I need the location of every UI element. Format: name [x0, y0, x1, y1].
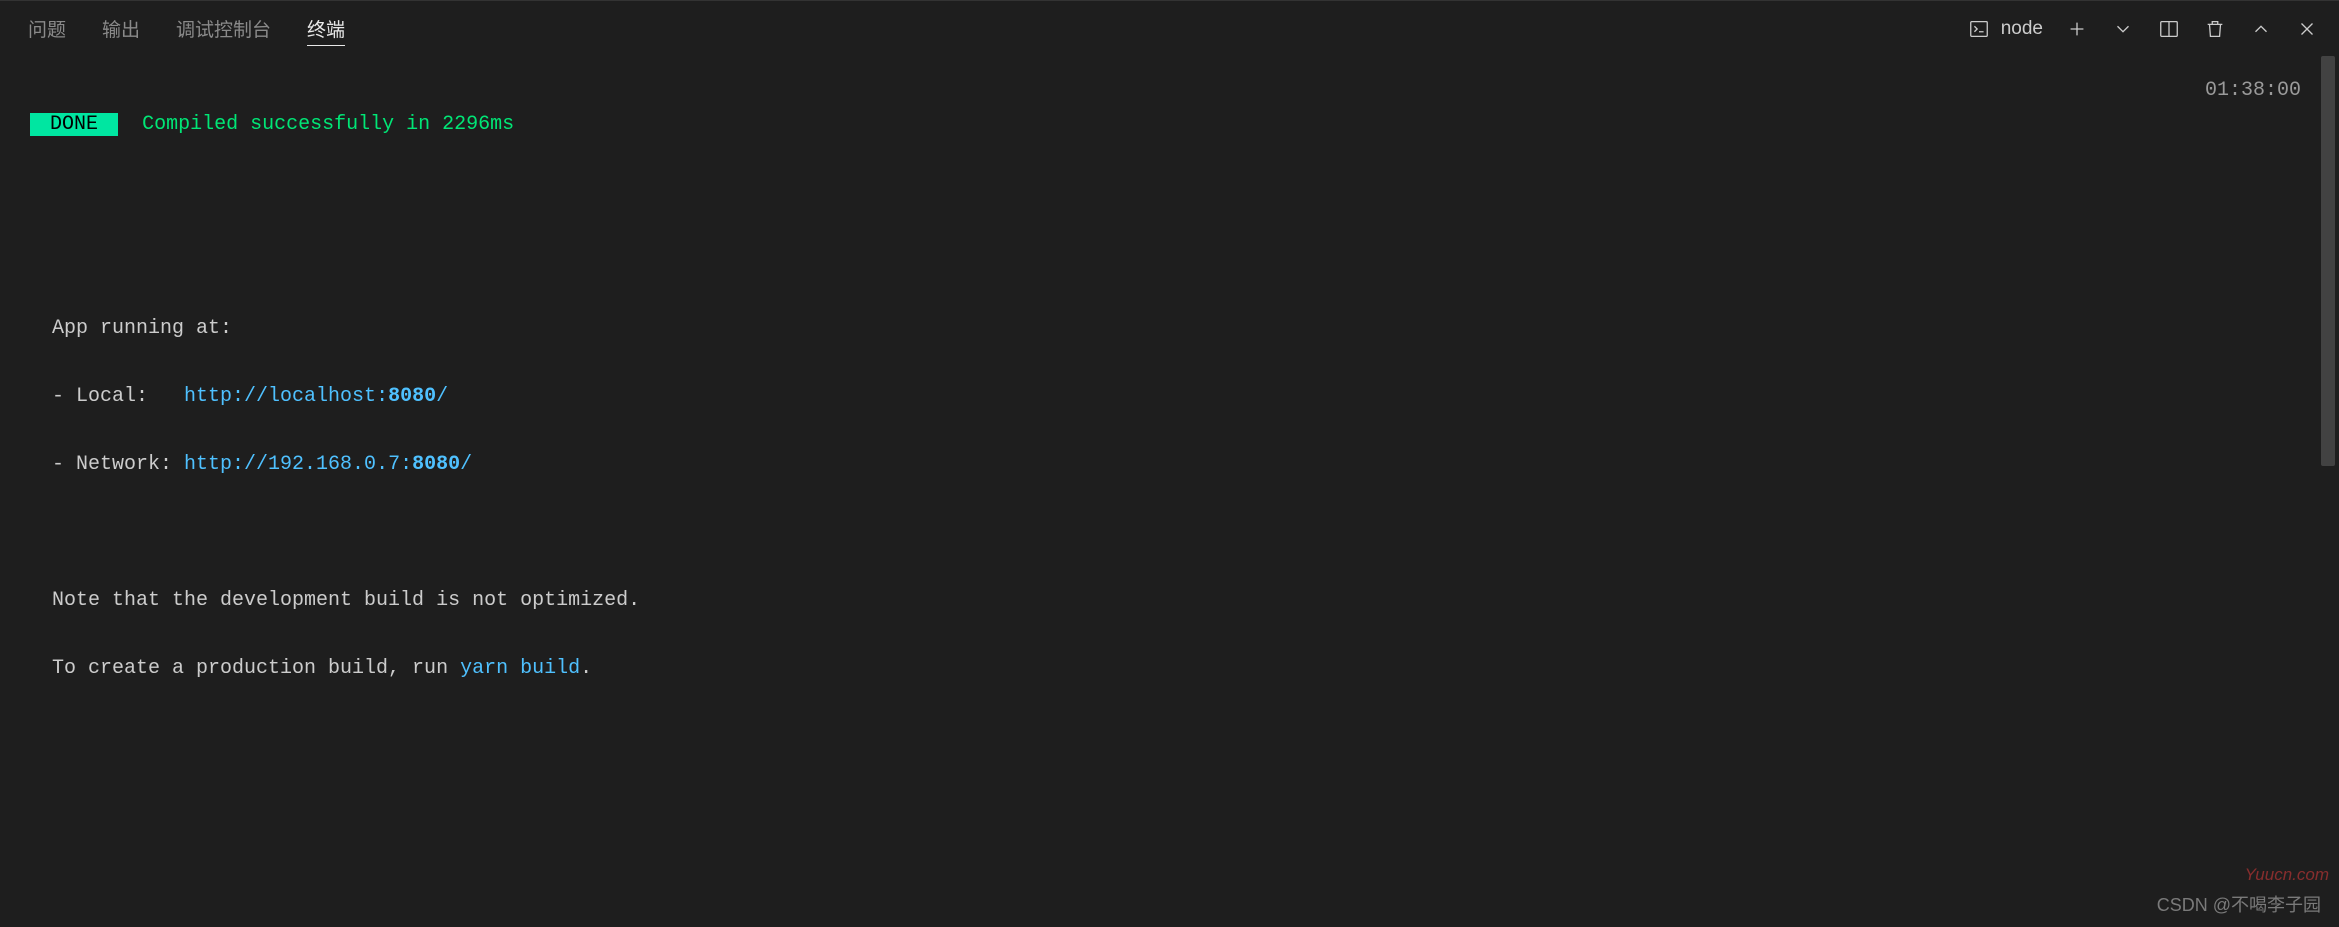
- kill-terminal-icon[interactable]: [2203, 17, 2227, 41]
- panel-header: 问题 输出 调试控制台 终端 node: [0, 0, 2339, 56]
- split-terminal-icon[interactable]: [2157, 17, 2181, 41]
- watermark-yuucn: Yuucn.com: [2245, 865, 2329, 885]
- network-label: - Network:: [52, 453, 184, 476]
- terminal-output[interactable]: DONE Compiled successfully in 2296ms App…: [0, 56, 2339, 772]
- watermark-csdn: CSDN @不喝李子园: [2157, 891, 2321, 917]
- maximize-panel-icon[interactable]: [2249, 17, 2273, 41]
- compiled-message: Compiled successfully in 2296ms: [142, 113, 514, 136]
- terminal-icon: [1967, 17, 1991, 41]
- local-url[interactable]: http://localhost:8080/: [184, 385, 448, 408]
- panel-tabs: 问题 输出 调试控制台 终端: [28, 1, 345, 56]
- yarn-build-cmd: yarn build: [460, 657, 580, 680]
- local-label: - Local:: [52, 385, 184, 408]
- split-dropdown-icon[interactable]: [2111, 17, 2135, 41]
- tab-problems[interactable]: 问题: [28, 1, 66, 56]
- note-line-1: Note that the development build is not o…: [30, 584, 2309, 618]
- terminal-shell-selector[interactable]: node: [1967, 17, 2043, 41]
- tab-terminal[interactable]: 终端: [307, 1, 345, 56]
- network-url[interactable]: http://192.168.0.7:8080/: [184, 453, 472, 476]
- shell-name-label: node: [2001, 18, 2043, 40]
- done-badge: DONE: [30, 113, 118, 136]
- tab-debug-console[interactable]: 调试控制台: [176, 1, 271, 56]
- compile-timestamp: 01:38:00: [2205, 74, 2301, 108]
- panel-toolbar: node: [1967, 17, 2319, 41]
- app-running-label: App running at:: [30, 312, 2309, 346]
- terminal-scrollbar[interactable]: [2321, 56, 2335, 466]
- new-terminal-icon[interactable]: [2065, 17, 2089, 41]
- tab-output[interactable]: 输出: [102, 1, 140, 56]
- close-panel-icon[interactable]: [2295, 17, 2319, 41]
- note-line-2: To create a production build, run yarn b…: [30, 652, 2309, 686]
